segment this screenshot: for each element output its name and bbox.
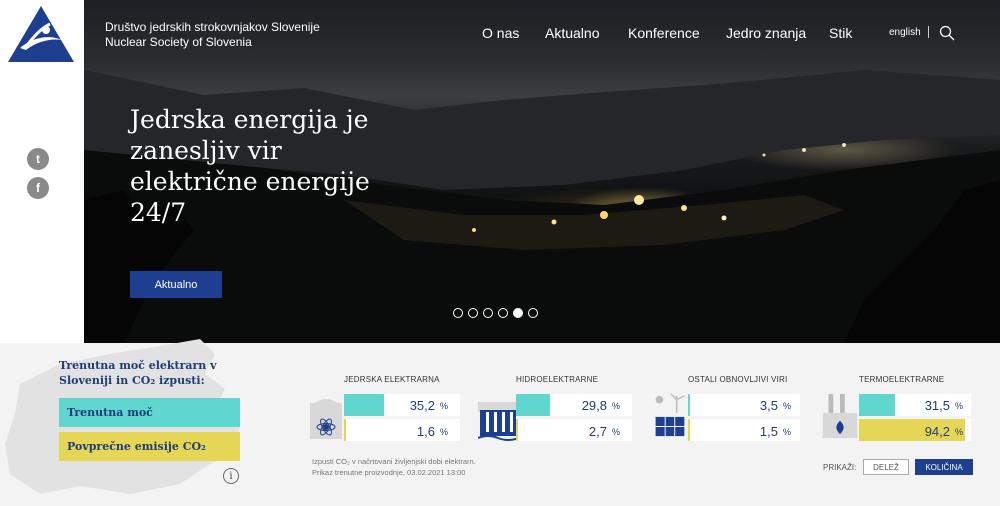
- site-title[interactable]: Društvo jedrskih strokovnjakov Slovenije…: [105, 20, 320, 50]
- plant-label-hydro: HIDROELEKTRARNE: [516, 375, 599, 384]
- nav-jedro-znanja[interactable]: Jedro znanja: [726, 25, 806, 41]
- emission-unit-renewables: %: [783, 427, 792, 437]
- emission-bar-nuclear: [344, 419, 346, 441]
- left-sidebar: t f: [0, 0, 84, 240]
- nav-aktualno[interactable]: Aktualno: [545, 25, 599, 41]
- power-bar-nuclear: [344, 394, 384, 416]
- power-value-hydro: 29,8: [581, 398, 607, 413]
- footnote: Izpusti CO₂ v načrtovani življenjski dob…: [312, 457, 476, 477]
- facebook-icon[interactable]: f: [27, 177, 49, 199]
- nav-o-nas[interactable]: O nas: [482, 25, 519, 41]
- hero-aktualno-button[interactable]: Aktualno: [130, 271, 222, 298]
- emission-unit-nuclear: %: [440, 427, 449, 437]
- power-value-thermal: 31,5: [924, 398, 950, 413]
- emission-value-thermal: 94,2: [924, 424, 950, 439]
- slider-dot-5[interactable]: [513, 308, 523, 318]
- logo-icon[interactable]: [6, 4, 76, 64]
- slider-dot-4[interactable]: [498, 308, 508, 318]
- nav-konference[interactable]: Konference: [628, 25, 700, 41]
- language-switch[interactable]: english: [889, 27, 921, 38]
- emission-value-hydro: 2,7: [588, 424, 607, 439]
- plant-label-renewables: OSTALI OBNOVLJIVI VIRI: [688, 375, 788, 384]
- page: Jedrska energija je zanesljiv vir elektr…: [0, 0, 1000, 506]
- power-bar-hydro: [516, 394, 550, 416]
- legend-co2-emissions[interactable]: Povprečne emisije CO₂: [59, 432, 240, 461]
- emission-unit-thermal: %: [955, 427, 964, 437]
- hero-banner: Jedrska energija je zanesljiv vir elektr…: [84, 0, 1000, 343]
- power-unit-renewables: %: [783, 401, 792, 411]
- emission-unit-hydro: %: [612, 427, 621, 437]
- emission-value-nuclear: 1,6: [416, 424, 435, 439]
- emission-value-renewables: 1,5: [759, 424, 778, 439]
- info-icon[interactable]: i: [223, 468, 239, 484]
- hydro-plant-icon: [478, 402, 518, 441]
- plant-label-thermal: TERMOELEKTRARNE: [859, 375, 945, 384]
- slider-dot-6[interactable]: [528, 308, 538, 318]
- nav-stik[interactable]: Stik: [829, 25, 852, 41]
- share-button[interactable]: DELEŽ: [863, 459, 909, 475]
- slider-dot-1[interactable]: [453, 308, 463, 318]
- search-icon[interactable]: [939, 25, 955, 41]
- header-divider: [928, 26, 929, 38]
- emission-bar-renewables: [688, 419, 690, 441]
- slider-dot-2[interactable]: [468, 308, 478, 318]
- display-label: PRIKAŽI:: [823, 463, 857, 472]
- slider-dots: [453, 308, 538, 318]
- power-unit-nuclear: %: [440, 401, 449, 411]
- legend-current-power[interactable]: Trenutna moč: [59, 398, 240, 427]
- power-unit-thermal: %: [955, 401, 964, 411]
- thermal-plant-icon: [822, 393, 858, 438]
- nuclear-plant-icon: [310, 399, 342, 439]
- power-value-nuclear: 35,2: [409, 398, 435, 413]
- panel-title: Trenutna moč elektrarn v Sloveniji in CO…: [59, 359, 217, 387]
- emission-bar-hydro: [516, 419, 518, 441]
- hero-headline: Jedrska energija je zanesljiv vir elektr…: [130, 105, 370, 227]
- power-value-renewables: 3,5: [759, 398, 778, 413]
- power-bar-thermal: [859, 394, 895, 416]
- solar-wind-icon: [655, 393, 685, 437]
- slider-dot-3[interactable]: [483, 308, 493, 318]
- quantity-button[interactable]: KOLIČINA: [915, 459, 973, 475]
- plant-label-nuclear: JEDRSKA ELEKTRARNA: [344, 375, 440, 384]
- power-bar-renewables: [688, 394, 690, 416]
- power-unit-hydro: %: [612, 401, 621, 411]
- twitter-icon[interactable]: t: [27, 148, 49, 170]
